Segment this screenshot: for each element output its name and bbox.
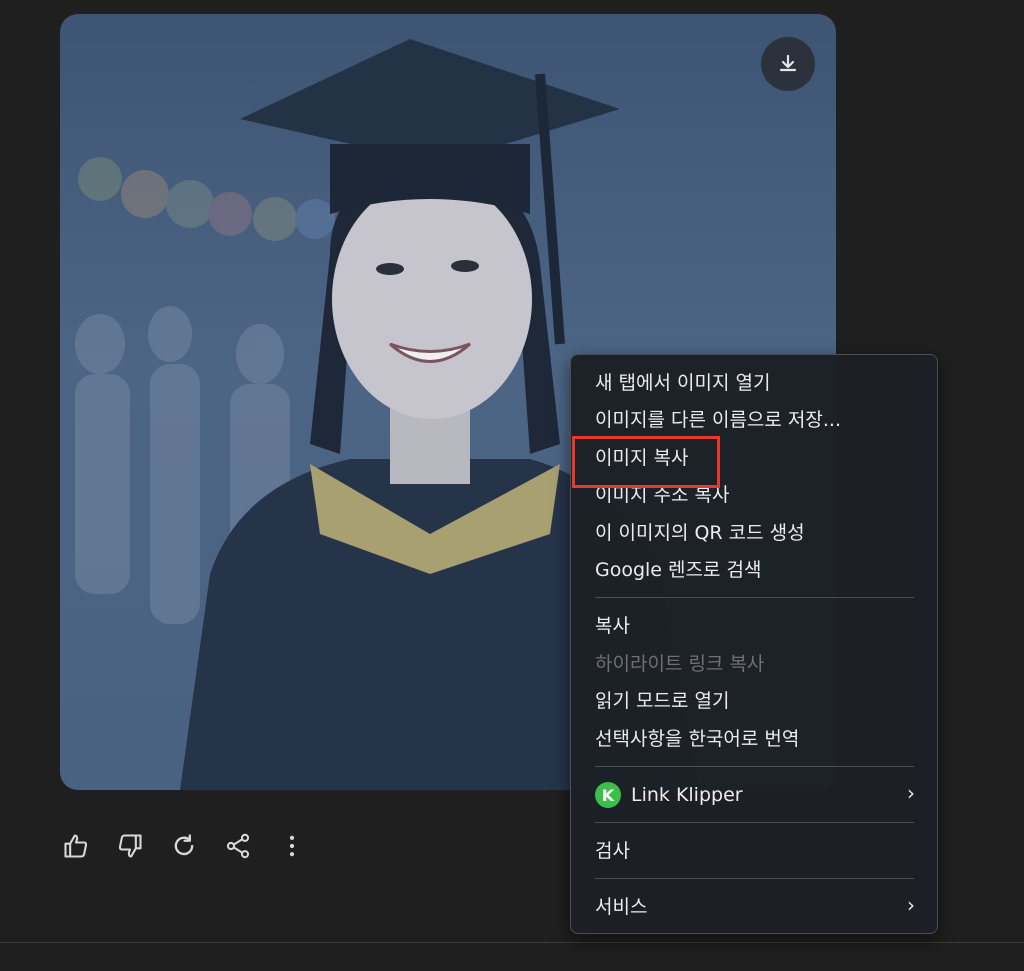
menu-item-copy-highlight-link: 하이라이트 링크 복사 [595, 653, 765, 675]
menu-separator [595, 597, 914, 598]
menu-item-create-qr-code[interactable]: 이 이미지의 QR 코드 생성 [595, 519, 805, 547]
download-icon [779, 54, 797, 72]
more-options-button[interactable] [274, 828, 310, 864]
highlight-annotation [572, 436, 720, 488]
menu-item-open-reading-mode[interactable]: 읽기 모드로 열기 [595, 687, 729, 715]
menu-separator [595, 878, 914, 879]
menu-separator [595, 822, 914, 823]
menu-separator [595, 766, 914, 767]
menu-item-link-klipper[interactable]: Link Klipper [631, 781, 743, 809]
thumbs-down-button[interactable] [112, 828, 148, 864]
chevron-right-icon: › [907, 781, 915, 805]
link-klipper-icon: K [595, 782, 621, 808]
share-button[interactable] [220, 828, 256, 864]
divider [0, 942, 1024, 943]
menu-item-translate-selection[interactable]: 선택사항을 한국어로 번역 [595, 725, 799, 753]
thumbs-up-button[interactable] [58, 828, 94, 864]
share-icon [226, 833, 250, 859]
menu-item-copy[interactable]: 복사 [595, 612, 630, 640]
more-icon [289, 835, 295, 857]
menu-item-search-google-lens[interactable]: Google 렌즈로 검색 [595, 556, 761, 584]
menu-item-inspect[interactable]: 검사 [595, 837, 630, 865]
chevron-right-icon: › [907, 893, 915, 917]
menu-item-open-image-new-tab[interactable]: 새 탭에서 이미지 열기 [595, 369, 770, 397]
thumbs-down-icon [118, 834, 142, 858]
regenerate-icon [174, 834, 194, 856]
regenerate-button[interactable] [166, 828, 202, 864]
menu-item-services[interactable]: 서비스 [595, 893, 647, 921]
download-button[interactable] [761, 37, 815, 91]
thumbs-up-icon [64, 834, 88, 858]
menu-item-save-image-as[interactable]: 이미지를 다른 이름으로 저장... [595, 406, 841, 434]
